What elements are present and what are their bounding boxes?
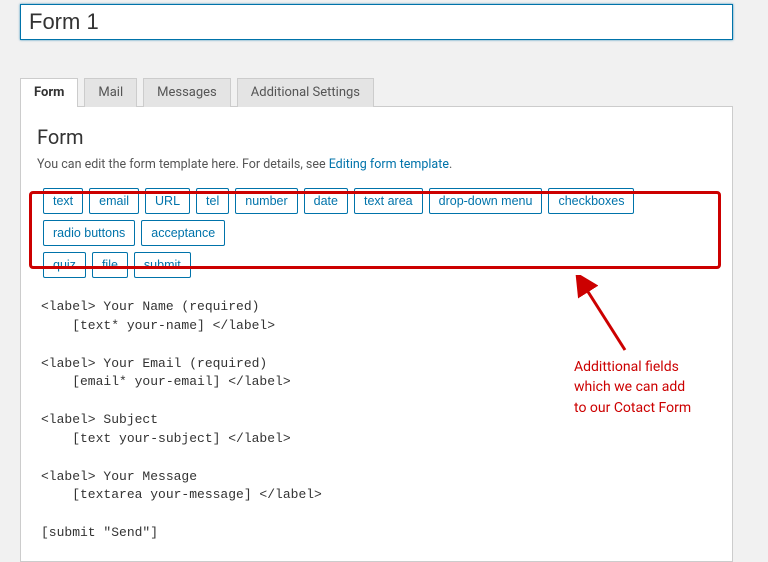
tag-button-text[interactable]: text	[43, 188, 83, 214]
tag-button-file[interactable]: file	[92, 252, 128, 278]
tab-additional-settings[interactable]: Additional Settings	[237, 78, 374, 107]
tab-form[interactable]: Form	[20, 78, 78, 107]
tag-button-tel[interactable]: tel	[196, 188, 229, 214]
tag-button-radio-buttons[interactable]: radio buttons	[43, 220, 135, 246]
tag-button-email[interactable]: email	[89, 188, 139, 214]
tab-messages[interactable]: Messages	[143, 78, 231, 107]
desc-suffix: .	[449, 157, 452, 172]
tag-row-1: textemailURLtelnumber datetext areadrop-d…	[43, 188, 710, 246]
tabs-nav: Form Mail Messages Additional Settings	[20, 78, 768, 107]
panel-heading: Form	[37, 125, 716, 149]
tag-button-checkboxes[interactable]: checkboxes	[548, 188, 634, 214]
desc-prefix: You can edit the form template here. For…	[37, 157, 329, 172]
tag-button-drop-down-menu[interactable]: drop-down menu	[429, 188, 543, 214]
form-title-input[interactable]	[20, 4, 733, 40]
panel-description: You can edit the form template here. For…	[37, 157, 716, 172]
form-template-textarea[interactable]: <label> Your Name (required) [text* your…	[37, 296, 716, 545]
editing-template-link[interactable]: Editing form template	[329, 157, 449, 172]
tag-button-URL[interactable]: URL	[145, 188, 190, 214]
tag-button-quiz[interactable]: quiz	[43, 252, 86, 278]
form-panel: Form You can edit the form template here…	[20, 106, 733, 562]
tag-row-2: quizfilesubmit	[43, 252, 710, 278]
tag-button-submit[interactable]: submit	[134, 252, 191, 278]
tag-button-text-area[interactable]: text area	[354, 188, 423, 214]
tag-button-date[interactable]: date	[304, 188, 348, 214]
tag-generator-area: textemailURLtelnumber datetext areadrop-d…	[37, 180, 716, 290]
tag-button-number[interactable]: number	[235, 188, 297, 214]
tab-mail[interactable]: Mail	[84, 78, 137, 107]
tag-button-acceptance[interactable]: acceptance	[141, 220, 225, 246]
